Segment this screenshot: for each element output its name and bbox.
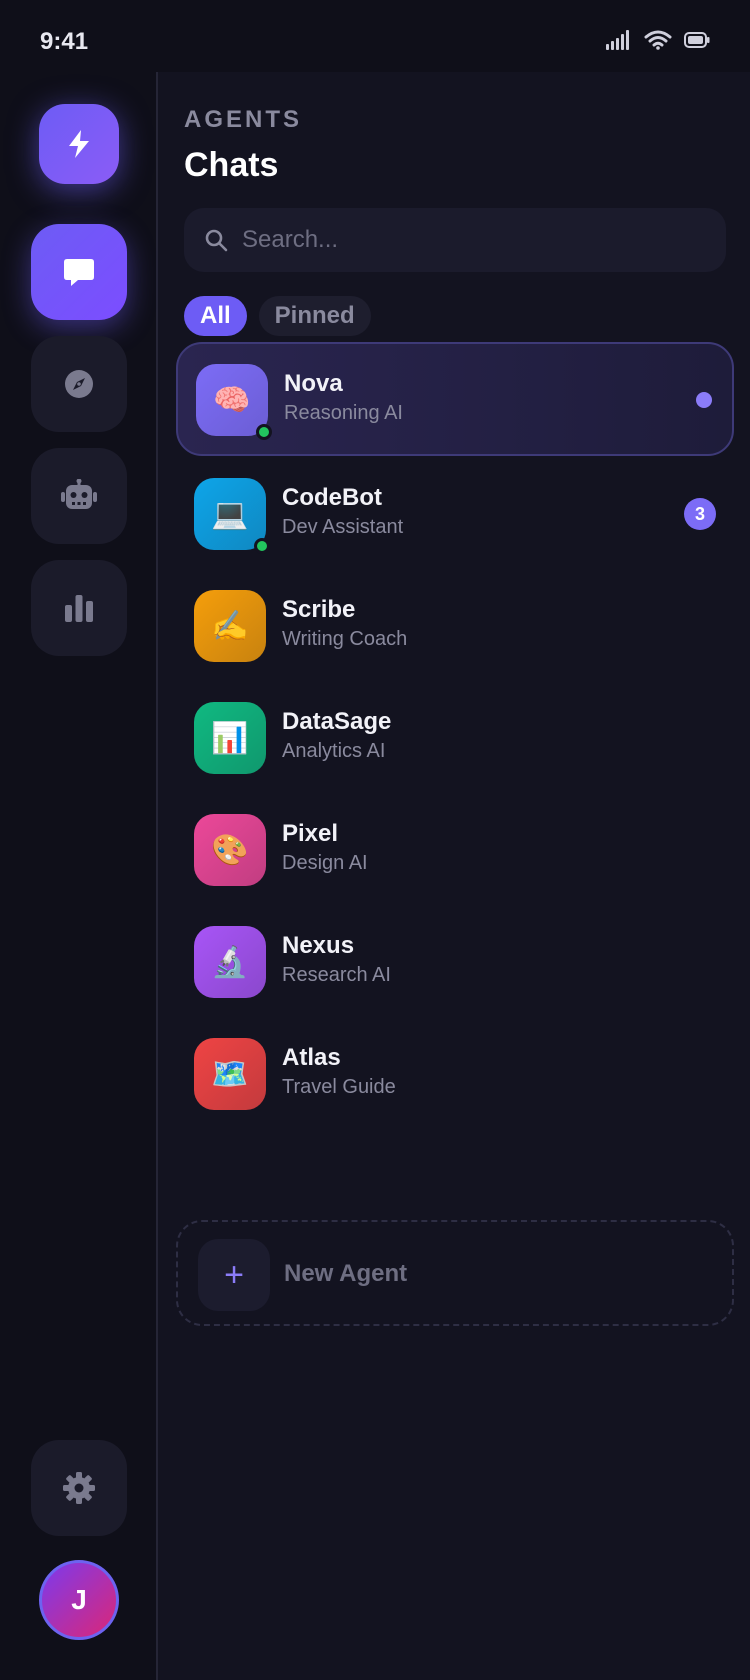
user-avatar[interactable]: J bbox=[39, 1560, 119, 1640]
status-time: 9:41 bbox=[40, 28, 89, 55]
plus-icon: + bbox=[198, 1239, 270, 1311]
message-icon bbox=[64, 259, 94, 286]
agent-name: Pixel bbox=[282, 820, 339, 847]
agent-row-codebot[interactable]: 💻 CodeBot Dev Assistant 3 bbox=[176, 458, 734, 572]
filter-chips: All Pinned bbox=[184, 296, 371, 336]
agent-avatar-icon: 🔬 bbox=[194, 926, 266, 998]
agent-emoji: ✍️ bbox=[211, 609, 249, 643]
search-placeholder: Search... bbox=[242, 226, 339, 253]
agent-emoji: 🔬 bbox=[211, 945, 249, 979]
agent-name: Scribe bbox=[282, 596, 356, 623]
compass-icon bbox=[65, 370, 93, 398]
agent-row-datasage[interactable]: 📊 DataSage Analytics AI bbox=[176, 682, 734, 796]
agent-emoji: 💻 bbox=[211, 497, 249, 531]
lightning-icon bbox=[69, 130, 89, 158]
new-agent-button[interactable]: + New Agent bbox=[176, 1220, 734, 1326]
agent-emoji: 📊 bbox=[211, 721, 249, 755]
online-status-dot bbox=[254, 538, 270, 554]
agent-avatar-icon: 📊 bbox=[194, 702, 266, 774]
agent-row-pixel[interactable]: 🎨 Pixel Design AI bbox=[176, 794, 734, 908]
agent-row-atlas[interactable]: 🗺️ Atlas Travel Guide bbox=[176, 1018, 734, 1132]
wifi-icon bbox=[644, 30, 672, 50]
gear-icon bbox=[63, 1472, 95, 1504]
agent-name: Nova bbox=[284, 370, 343, 397]
status-bar: 9:41 bbox=[0, 0, 750, 72]
section-eyebrow: AGENTS bbox=[184, 106, 303, 133]
search-icon bbox=[205, 229, 228, 252]
agent-description: Writing Coach bbox=[282, 628, 408, 650]
sidebar-item-chats[interactable] bbox=[31, 224, 127, 320]
main-panel: AGENTS Chats Search... All Pinned 🧠 Nova R… bbox=[158, 72, 750, 1680]
settings-button[interactable] bbox=[31, 1440, 127, 1536]
agent-emoji: 🎨 bbox=[211, 833, 249, 867]
agent-emoji: 🗺️ bbox=[211, 1057, 249, 1091]
agent-avatar-icon: 🧠 bbox=[196, 364, 272, 440]
page-title: Chats bbox=[184, 146, 279, 184]
filter-pinned[interactable]: Pinned bbox=[258, 296, 371, 336]
agent-avatar-icon: 💻 bbox=[194, 478, 270, 554]
sidebar-item-analytics[interactable] bbox=[31, 560, 127, 656]
bar-chart-icon bbox=[65, 595, 93, 622]
agent-avatar-icon: 🗺️ bbox=[194, 1038, 266, 1110]
agent-name: Atlas bbox=[282, 1044, 341, 1071]
filter-all[interactable]: All bbox=[184, 296, 247, 336]
app-logo-button[interactable] bbox=[39, 104, 119, 184]
agent-description: Design AI bbox=[282, 852, 368, 874]
agent-name: CodeBot bbox=[282, 484, 382, 511]
agent-description: Analytics AI bbox=[282, 740, 386, 762]
unread-count-badge: 3 bbox=[684, 498, 716, 530]
agent-name: DataSage bbox=[282, 708, 392, 735]
agent-name: Nexus bbox=[282, 932, 355, 959]
battery-icon bbox=[684, 32, 710, 48]
unread-indicator-dot bbox=[696, 392, 712, 408]
agent-avatar-icon: ✍️ bbox=[194, 590, 266, 662]
agent-row-nova[interactable]: 🧠 Nova Reasoning AI bbox=[176, 342, 734, 456]
agent-description: Dev Assistant bbox=[282, 516, 404, 538]
agent-description: Research AI bbox=[282, 964, 391, 986]
sidebar-item-explore[interactable] bbox=[31, 336, 127, 432]
agent-description: Reasoning AI bbox=[284, 402, 403, 424]
status-icons bbox=[606, 30, 710, 50]
agent-avatar-icon: 🎨 bbox=[194, 814, 266, 886]
online-status-dot bbox=[256, 424, 272, 440]
agent-description: Travel Guide bbox=[282, 1076, 396, 1098]
sidebar-item-agents[interactable] bbox=[31, 448, 127, 544]
agent-row-scribe[interactable]: ✍️ Scribe Writing Coach bbox=[176, 570, 734, 684]
new-agent-label: New Agent bbox=[284, 1260, 408, 1287]
robot-icon bbox=[61, 479, 97, 509]
agent-emoji: 🧠 bbox=[213, 383, 251, 417]
sidebar: J bbox=[0, 72, 158, 1680]
search-input[interactable]: Search... bbox=[184, 208, 726, 272]
cellular-signal-icon bbox=[606, 30, 629, 50]
agent-row-nexus[interactable]: 🔬 Nexus Research AI bbox=[176, 906, 734, 1020]
